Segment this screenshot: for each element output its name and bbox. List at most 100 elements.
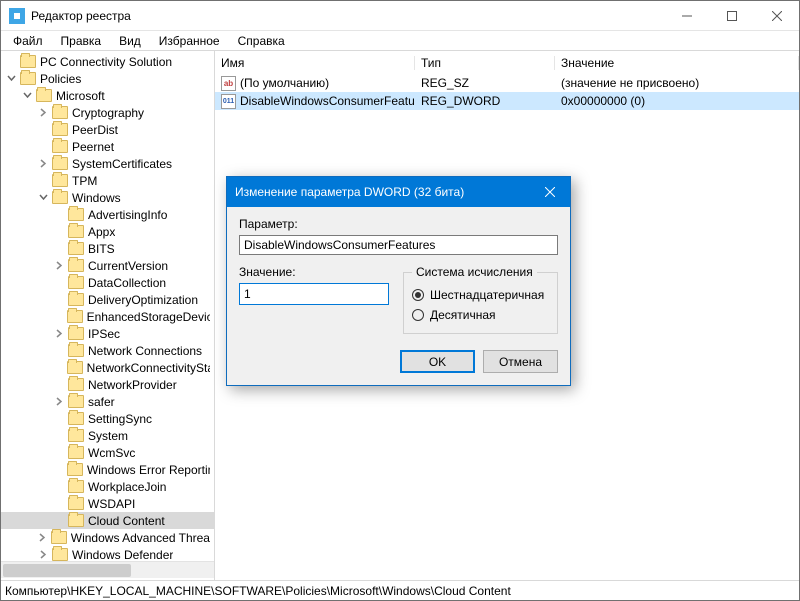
cancel-button[interactable]: Отмена (483, 350, 558, 373)
edit-dword-dialog: Изменение параметра DWORD (32 бита) Пара… (226, 176, 571, 386)
tree-item[interactable]: Microsoft (1, 87, 214, 104)
menu-edit[interactable]: Правка (53, 32, 110, 50)
list-cell-value: 0x00000000 (0) (555, 94, 799, 108)
chevron-down-icon[interactable] (37, 191, 50, 204)
chevron-right-icon[interactable] (37, 106, 50, 119)
column-header-value[interactable]: Значение (555, 56, 799, 70)
tree-item[interactable]: Windows Error Reporting (1, 461, 214, 478)
menu-favorites[interactable]: Избранное (151, 32, 228, 50)
tree-item[interactable]: SystemCertificates (1, 155, 214, 172)
tree-item-label: PC Connectivity Solution (40, 55, 172, 69)
chevron-right-icon[interactable] (53, 395, 66, 408)
tree-item[interactable]: Cryptography (1, 104, 214, 121)
expander-none (53, 412, 66, 425)
chevron-right-icon[interactable] (53, 259, 66, 272)
list-cell-name: DisableWindowsConsumerFeatures (240, 94, 415, 108)
tree-item[interactable]: SettingSync (1, 410, 214, 427)
status-path: Компьютер\HKEY_LOCAL_MACHINE\SOFTWARE\Po… (5, 584, 511, 598)
radio-dec-indicator (412, 309, 424, 321)
folder-icon (51, 531, 67, 544)
folder-icon (52, 123, 68, 136)
value-input[interactable] (239, 283, 389, 305)
minimize-button[interactable] (664, 1, 709, 31)
expander-none (53, 310, 65, 323)
tree-item[interactable]: Peernet (1, 138, 214, 155)
tree-item[interactable]: Appx (1, 223, 214, 240)
menu-help[interactable]: Справка (230, 32, 293, 50)
tree-item-label: IPSec (88, 327, 120, 341)
list-row[interactable]: ab(По умолчанию)REG_SZ(значение не присв… (215, 74, 799, 92)
tree-item[interactable]: PC Connectivity Solution (1, 53, 214, 70)
tree-item[interactable]: Network Connections (1, 342, 214, 359)
param-name-field: DisableWindowsConsumerFeatures (239, 235, 558, 255)
radio-dec[interactable]: Десятичная (412, 305, 549, 325)
tree-horizontal-scrollbar[interactable] (1, 561, 214, 578)
tree-item-label: Windows Defender (72, 548, 173, 562)
tree-item-label: SystemCertificates (72, 157, 172, 171)
tree-item[interactable]: IPSec (1, 325, 214, 342)
folder-icon (68, 412, 84, 425)
expander-none (53, 344, 66, 357)
maximize-button[interactable] (709, 1, 754, 31)
param-label: Параметр: (239, 217, 558, 231)
tree-item[interactable]: WcmSvc (1, 444, 214, 461)
menu-file[interactable]: Файл (5, 32, 51, 50)
chevron-right-icon[interactable] (53, 327, 66, 340)
tree-item[interactable]: AdvertisingInfo (1, 206, 214, 223)
tree-item[interactable]: Policies (1, 70, 214, 87)
tree-item-label: CurrentVersion (88, 259, 168, 273)
tree-item-label: Peernet (72, 140, 114, 154)
column-header-name[interactable]: Имя (215, 56, 415, 70)
tree-item[interactable]: Cloud Content (1, 512, 214, 529)
tree-item[interactable]: PeerDist (1, 121, 214, 138)
list-cell-type: REG_SZ (415, 76, 555, 90)
tree-item[interactable]: Windows Defender (1, 546, 214, 561)
dialog-close-button[interactable] (530, 177, 570, 207)
tree-panel[interactable]: PC Connectivity SolutionPoliciesMicrosof… (1, 51, 215, 580)
tree-item-label: SettingSync (88, 412, 152, 426)
expander-none (53, 463, 65, 476)
chevron-down-icon[interactable] (5, 72, 18, 85)
folder-icon (36, 89, 52, 102)
close-button[interactable] (754, 1, 799, 31)
tree-item[interactable]: System (1, 427, 214, 444)
tree-item[interactable]: CurrentVersion (1, 257, 214, 274)
list-cell-type: REG_DWORD (415, 94, 555, 108)
tree-item-label: Network Connections (88, 344, 202, 358)
radio-hex[interactable]: Шестнадцатеричная (412, 285, 549, 305)
list-row[interactable]: 011DisableWindowsConsumerFeaturesREG_DWO… (215, 92, 799, 110)
menu-view[interactable]: Вид (111, 32, 149, 50)
tree-item[interactable]: DeliveryOptimization (1, 291, 214, 308)
value-label: Значение: (239, 265, 389, 279)
folder-icon (68, 259, 84, 272)
tree-item[interactable]: WorkplaceJoin (1, 478, 214, 495)
tree-item[interactable]: DataCollection (1, 274, 214, 291)
tree-item[interactable]: NetworkProvider (1, 376, 214, 393)
tree-item[interactable]: BITS (1, 240, 214, 257)
tree-item[interactable]: EnhancedStorageDevices (1, 308, 214, 325)
folder-icon (20, 72, 36, 85)
dialog-title: Изменение параметра DWORD (32 бита) (235, 185, 464, 199)
dialog-titlebar[interactable]: Изменение параметра DWORD (32 бита) (227, 177, 570, 207)
column-header-type[interactable]: Тип (415, 56, 555, 70)
status-bar: Компьютер\HKEY_LOCAL_MACHINE\SOFTWARE\Po… (1, 580, 799, 600)
tree-item[interactable]: TPM (1, 172, 214, 189)
tree-item[interactable]: Windows Advanced Threat P (1, 529, 214, 546)
tree-item[interactable]: WSDAPI (1, 495, 214, 512)
tree-item[interactable]: NetworkConnectivityStatu (1, 359, 214, 376)
chevron-right-icon[interactable] (37, 548, 50, 561)
chevron-right-icon[interactable] (37, 531, 49, 544)
tree-item[interactable]: safer (1, 393, 214, 410)
ok-button[interactable]: OK (400, 350, 475, 373)
chevron-down-icon[interactable] (21, 89, 34, 102)
param-name-value: DisableWindowsConsumerFeatures (244, 238, 435, 252)
tree-item[interactable]: Windows (1, 189, 214, 206)
folder-icon (52, 548, 68, 561)
tree-item-label: DeliveryOptimization (88, 293, 198, 307)
folder-icon (68, 242, 84, 255)
titlebar: Редактор реестра (1, 1, 799, 31)
folder-icon (68, 514, 84, 527)
folder-icon (52, 106, 68, 119)
list-columns: Имя Тип Значение (215, 51, 799, 74)
chevron-right-icon[interactable] (37, 157, 50, 170)
